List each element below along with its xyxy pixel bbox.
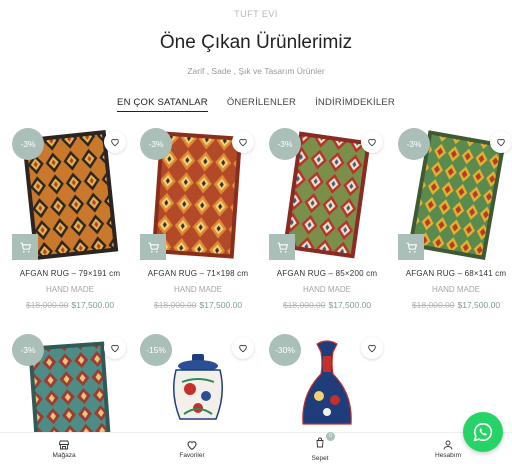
product-card[interactable]: -30%: [269, 334, 385, 432]
nav-favorites[interactable]: Favoriler: [128, 433, 256, 464]
wishlist-button[interactable]: [361, 131, 383, 153]
heart-icon: [368, 138, 376, 147]
old-price: $18,000.00: [25, 300, 69, 310]
cart-icon: [406, 242, 417, 253]
new-price: $17,500.00: [71, 300, 115, 310]
bottom-navigation: Mağaza Favoriler 0 Sepet Hesabım: [0, 431, 512, 464]
add-to-cart-button[interactable]: [12, 234, 38, 260]
section-title: Öne Çıkan Ürünlerimiz: [159, 32, 353, 53]
section-subtitle: Zarif , Sade , Şık ve Tasarım Ürünler: [187, 66, 325, 76]
product-card[interactable]: -3%: [12, 334, 128, 432]
heart-icon: [111, 138, 119, 147]
product-category[interactable]: HAND MADE: [398, 285, 512, 294]
wishlist-button[interactable]: [361, 337, 383, 359]
product-price: $18,000.00 $17,500.00: [140, 300, 256, 310]
product-category[interactable]: HAND MADE: [269, 285, 385, 294]
nav-cart[interactable]: 0 Sepet: [256, 431, 384, 464]
heart-icon: [239, 138, 247, 147]
add-to-cart-button[interactable]: [269, 234, 295, 260]
wishlist-button[interactable]: [232, 131, 254, 153]
product-card[interactable]: -3% AFGAN RUG – 85×200 cm HAND MADE $18,…: [269, 128, 385, 318]
old-price: $18,000.00: [411, 300, 455, 310]
product-name[interactable]: AFGAN RUG – 68×141 cm: [398, 269, 512, 278]
product-card[interactable]: -15%: [140, 334, 256, 432]
wishlist-button[interactable]: [104, 337, 126, 359]
new-price: $17,500.00: [457, 300, 501, 310]
cart-icon: [148, 242, 159, 253]
discount-badge: -3%: [398, 128, 430, 160]
nav-store[interactable]: Mağaza: [0, 433, 128, 464]
product-card[interactable]: -3% AFGAN RUG – 71×198 cm HAND MADE $18,…: [140, 128, 256, 318]
new-price: $17,500.00: [199, 300, 243, 310]
product-card[interactable]: -3% AFGAN RUG – 79×191 cm HAND MADE $18,…: [12, 128, 128, 318]
brand-label: TUFT EVİ: [234, 9, 278, 19]
product-category[interactable]: HAND MADE: [140, 285, 256, 294]
tab-recommended[interactable]: ÖNERİLENLER: [227, 97, 296, 112]
product-name[interactable]: AFGAN RUG – 85×200 cm: [269, 269, 385, 278]
add-to-cart-button[interactable]: [140, 234, 166, 260]
wishlist-button[interactable]: [232, 337, 254, 359]
discount-badge: -15%: [140, 334, 172, 366]
product-name[interactable]: AFGAN RUG – 71×198 cm: [140, 269, 256, 278]
add-to-cart-button[interactable]: [398, 234, 424, 260]
nav-label: Hesabım: [434, 451, 461, 459]
product-price: $18,000.00 $17,500.00: [12, 300, 128, 310]
discount-badge: -3%: [12, 334, 44, 366]
heart-icon: [239, 344, 247, 353]
user-icon: [443, 440, 453, 450]
cart-count-badge: 0: [326, 431, 335, 441]
cart-icon: [316, 437, 324, 447]
product-tabs: EN ÇOK SATANLAR ÖNERİLENLER İNDİRİMDEKİL…: [0, 97, 512, 112]
nav-label: Sepet: [311, 454, 329, 462]
old-price: $18,000.00: [153, 300, 197, 310]
heart-icon: [368, 344, 376, 353]
heart-icon: [111, 344, 119, 353]
discount-badge: -3%: [269, 128, 301, 160]
cart-icon: [277, 242, 288, 253]
product-category[interactable]: HAND MADE: [12, 285, 128, 294]
old-price: $18,000.00: [282, 300, 326, 310]
product-price: $18,000.00 $17,500.00: [398, 300, 512, 310]
tab-best-sellers[interactable]: EN ÇOK SATANLAR: [117, 97, 208, 112]
product-card[interactable]: -3% AFGAN RUG – 68×141 cm HAND MADE $18,…: [398, 128, 512, 318]
heart-icon: [187, 440, 197, 450]
store-icon: [59, 440, 69, 449]
discount-badge: -3%: [12, 128, 44, 160]
wishlist-button[interactable]: [104, 131, 126, 153]
new-price: $17,500.00: [328, 300, 372, 310]
heart-icon: [497, 138, 505, 147]
whatsapp-icon: [473, 422, 493, 442]
discount-badge: -3%: [140, 128, 172, 160]
whatsapp-button[interactable]: [463, 412, 503, 452]
cart-icon: [20, 242, 31, 253]
product-name[interactable]: AFGAN RUG – 79×191 cm: [12, 269, 128, 278]
nav-label: Mağaza: [52, 451, 76, 459]
tab-discounted[interactable]: İNDİRİMDEKİLER: [315, 97, 395, 112]
nav-label: Favoriler: [179, 451, 205, 459]
wishlist-button[interactable]: [490, 131, 512, 153]
discount-badge: -30%: [269, 334, 301, 366]
product-price: $18,000.00 $17,500.00: [269, 300, 385, 310]
